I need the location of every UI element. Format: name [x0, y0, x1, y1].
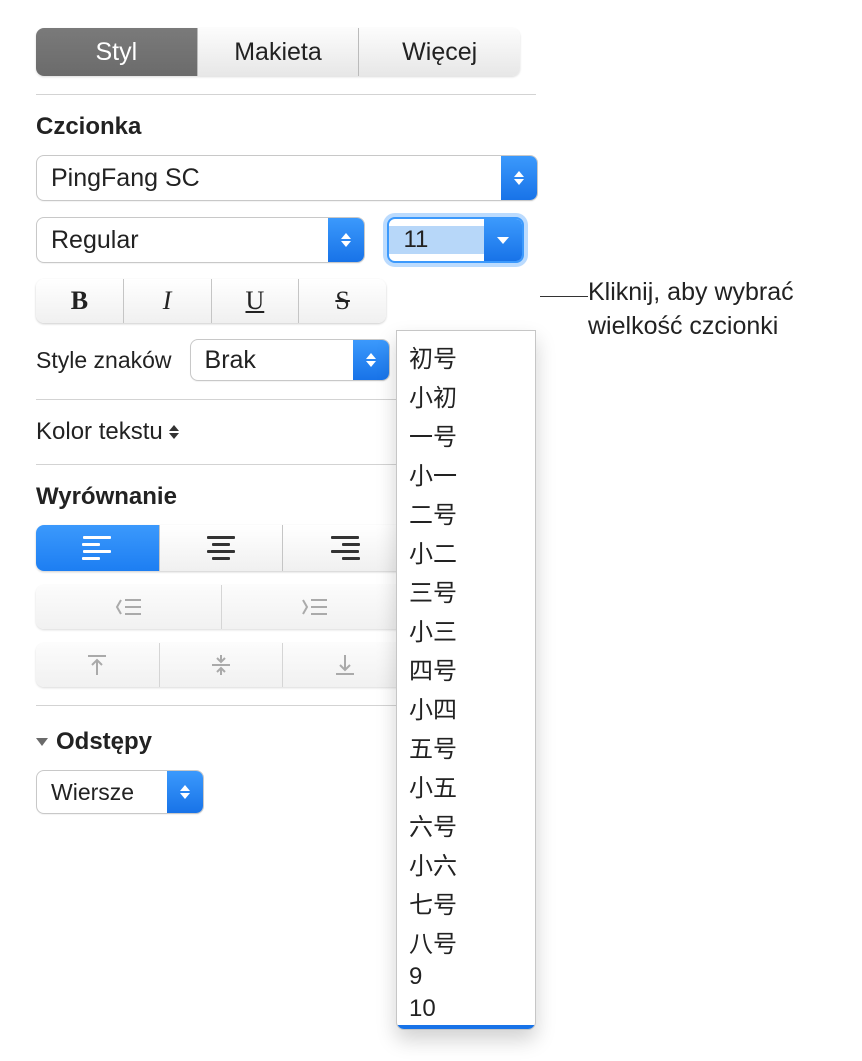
panel-tabs: Styl Makieta Więcej	[36, 28, 520, 76]
disclosure-triangle-icon	[36, 738, 48, 746]
font-weight-select[interactable]: Regular	[36, 217, 365, 263]
italic-button[interactable]: I	[124, 279, 212, 323]
updown-icon	[501, 156, 537, 200]
valign-middle-button[interactable]	[160, 643, 284, 687]
font-size-option[interactable]: 小一	[397, 454, 535, 493]
strikethrough-button[interactable]: S	[299, 279, 386, 323]
font-size-option[interactable]: 七号	[397, 883, 535, 922]
line-spacing-select[interactable]: Wiersze	[36, 770, 204, 814]
text-style-group: B I U S	[36, 279, 386, 323]
tab-style[interactable]: Styl	[36, 28, 198, 76]
align-left-icon	[82, 536, 112, 560]
strike-glyph: S	[335, 286, 349, 316]
font-size-option[interactable]: 二号	[397, 493, 535, 532]
font-size-option[interactable]: 11	[397, 1025, 535, 1030]
valign-bottom-icon	[334, 653, 356, 677]
alignment-group	[36, 525, 406, 571]
font-size-option[interactable]: 五号	[397, 727, 535, 766]
font-size-dropdown[interactable]: 初号小初一号小一二号小二三号小三四号小四五号小五六号小六七号八号91011121…	[396, 330, 536, 1030]
font-family-value: PingFang SC	[37, 164, 501, 193]
align-center-button[interactable]	[160, 525, 284, 571]
updown-icon	[328, 218, 364, 262]
decrease-indent-button[interactable]	[36, 585, 222, 629]
bold-button[interactable]: B	[36, 279, 124, 323]
font-size-option[interactable]: 小六	[397, 844, 535, 883]
text-color-label: Kolor tekstu	[36, 418, 163, 446]
valign-top-button[interactable]	[36, 643, 160, 687]
vertical-alignment-group	[36, 643, 406, 687]
font-size-option[interactable]: 八号	[397, 922, 535, 961]
valign-middle-icon	[210, 653, 232, 677]
font-size-option[interactable]: 10	[397, 993, 535, 1025]
character-styles-select[interactable]: Brak	[190, 339, 390, 381]
updown-icon	[167, 771, 203, 813]
align-left-button[interactable]	[36, 525, 160, 571]
font-size-value: 11	[389, 226, 484, 254]
tab-layout[interactable]: Makieta	[198, 28, 360, 76]
font-size-option[interactable]: 小初	[397, 376, 535, 415]
valign-top-icon	[86, 653, 108, 677]
italic-glyph: I	[163, 286, 172, 316]
character-styles-label: Style znaków	[36, 347, 172, 374]
font-section-label: Czcionka	[36, 113, 524, 141]
tab-style-label: Styl	[95, 38, 137, 67]
font-size-option[interactable]: 小三	[397, 610, 535, 649]
align-center-icon	[206, 536, 236, 560]
font-family-select[interactable]: PingFang SC	[36, 155, 538, 201]
updown-icon	[353, 340, 389, 380]
align-right-button[interactable]	[283, 525, 406, 571]
tab-more[interactable]: Więcej	[359, 28, 520, 76]
updown-icon	[169, 425, 179, 439]
font-size-option[interactable]: 六号	[397, 805, 535, 844]
tab-more-label: Więcej	[402, 38, 477, 67]
divider	[36, 94, 536, 95]
indent-group	[36, 585, 406, 629]
underline-glyph: U	[245, 286, 264, 316]
bold-glyph: B	[71, 286, 88, 316]
font-size-select[interactable]: 11	[387, 217, 524, 263]
tab-layout-label: Makieta	[234, 38, 322, 67]
character-styles-value: Brak	[191, 346, 353, 375]
spacing-label: Odstępy	[56, 728, 152, 756]
callout-leader-line	[540, 296, 588, 297]
font-size-option[interactable]: 9	[397, 961, 535, 993]
align-right-icon	[330, 536, 360, 560]
valign-bottom-button[interactable]	[283, 643, 406, 687]
chevron-down-icon	[484, 219, 522, 261]
font-weight-value: Regular	[37, 226, 328, 255]
font-size-option[interactable]: 小四	[397, 688, 535, 727]
indent-icon	[299, 596, 329, 618]
font-size-option[interactable]: 小二	[397, 532, 535, 571]
font-size-option[interactable]: 初号	[397, 337, 535, 376]
font-size-option[interactable]: 一号	[397, 415, 535, 454]
font-size-option[interactable]: 三号	[397, 571, 535, 610]
increase-indent-button[interactable]	[222, 585, 407, 629]
line-spacing-value: Wiersze	[37, 779, 167, 806]
underline-button[interactable]: U	[212, 279, 300, 323]
font-size-option[interactable]: 小五	[397, 766, 535, 805]
font-size-option[interactable]: 四号	[397, 649, 535, 688]
outdent-icon	[113, 596, 143, 618]
callout-text: Kliknij, aby wybrać wielkość czcionki	[588, 276, 858, 344]
